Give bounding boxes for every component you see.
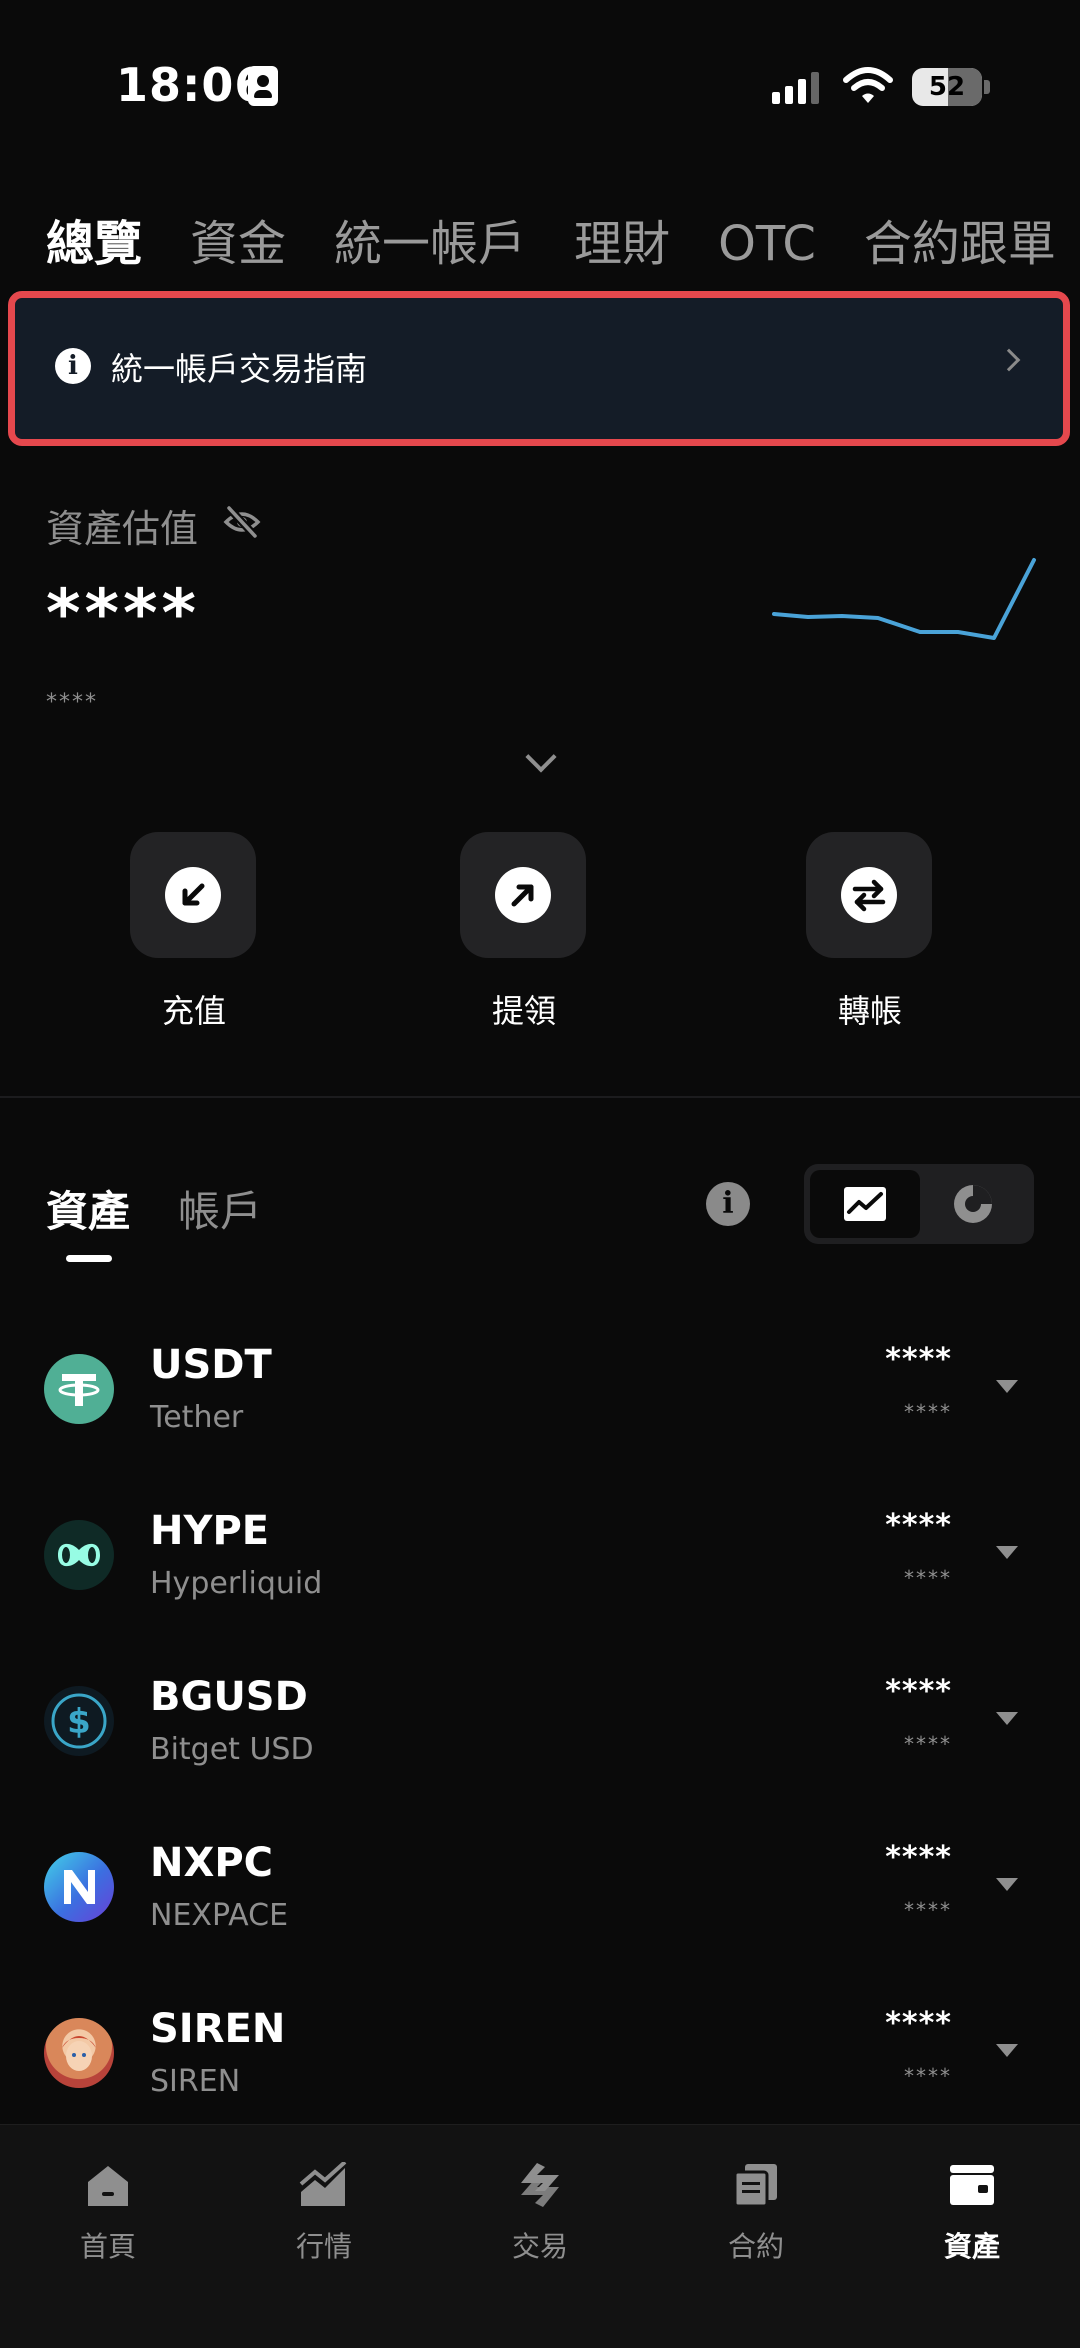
info-icon[interactable]: i <box>706 1182 750 1226</box>
battery-level: 52 <box>928 72 966 102</box>
contract-icon <box>733 2164 777 2208</box>
asset-symbol: SIREN <box>150 2006 286 2052</box>
nav-label: 合約 <box>727 2230 784 2263</box>
asset-value: **** <box>904 1566 952 1590</box>
svg-text:$: $ <box>67 1702 91 1742</box>
home-icon <box>88 2166 128 2206</box>
bgusd-icon: $ <box>44 1686 114 1756</box>
total-asset-fiat: **** <box>46 690 98 715</box>
asset-amount: **** <box>885 1674 952 1709</box>
transfer-button[interactable]: 轉帳 <box>806 832 934 1032</box>
nav-markets[interactable]: 行情 <box>254 2159 394 2265</box>
asset-amount: **** <box>885 1508 952 1543</box>
asset-valuation-label: 資產估值 <box>46 507 199 551</box>
tab-funds[interactable]: 資金 <box>190 208 286 280</box>
nav-assets[interactable]: 資產 <box>902 2159 1042 2265</box>
nav-trade[interactable]: 交易 <box>470 2159 610 2265</box>
battery-tip <box>984 80 990 94</box>
trend-view-button[interactable] <box>810 1170 920 1238</box>
banner-text: 統一帳戶交易指南 <box>111 350 368 388</box>
asset-trend-sparkline <box>772 558 1036 640</box>
asset-value: **** <box>904 1400 952 1424</box>
asset-name: SIREN <box>150 2064 241 2099</box>
caret-down-icon[interactable] <box>996 1546 1018 1559</box>
deposit-label: 充值 <box>161 992 226 1030</box>
usdt-icon <box>44 1354 114 1424</box>
asset-row-hype[interactable]: HYPE Hyperliquid **** **** <box>0 1486 1080 1636</box>
total-asset-amount: **** <box>46 575 201 652</box>
asset-value: **** <box>904 2064 952 2088</box>
asset-name: Bitget USD <box>150 1732 314 1767</box>
transfer-label: 轉帳 <box>837 992 902 1030</box>
transfer-arrows-icon <box>852 879 886 912</box>
tab-overview[interactable]: 總覽 <box>46 208 142 280</box>
asset-name: NEXPACE <box>150 1898 289 1933</box>
status-bar: 18:06 52 <box>0 0 1080 150</box>
caret-down-icon[interactable] <box>996 2044 1018 2057</box>
withdraw-label: 提領 <box>491 992 556 1030</box>
view-mode-toggle <box>804 1164 1034 1244</box>
tab-accounts[interactable]: 帳戶 <box>178 1178 262 1239</box>
deposit-arrow-icon <box>182 883 205 906</box>
asset-row-siren[interactable]: SIREN SIREN **** **** <box>0 1984 1080 2134</box>
nxpc-icon <box>44 1852 114 1922</box>
trade-icon <box>521 2163 559 2207</box>
hype-icon <box>44 1520 114 1590</box>
pie-view-button[interactable] <box>918 1170 1028 1238</box>
asset-amount: **** <box>885 1342 952 1377</box>
chart-icon <box>299 2162 347 2206</box>
wifi-icon <box>843 67 893 103</box>
withdraw-button[interactable]: 提領 <box>460 832 588 1032</box>
tab-earn[interactable]: 理財 <box>574 208 670 280</box>
cellular-signal-icon <box>772 70 819 104</box>
battery-icon: 52 <box>912 68 982 106</box>
eye-off-icon[interactable] <box>222 502 262 542</box>
wallet-icon <box>950 2165 994 2205</box>
info-icon: i <box>55 348 91 384</box>
asset-row-nxpc[interactable]: NXPC NEXPACE **** **** <box>0 1818 1080 1968</box>
nav-label: 交易 <box>511 2230 568 2263</box>
asset-row-bgusd[interactable]: $ BGUSD Bitget USD **** **** <box>0 1652 1080 1802</box>
nav-label: 首頁 <box>79 2230 136 2263</box>
asset-symbol: NXPC <box>150 1840 273 1886</box>
asset-row-usdt[interactable]: USDT Tether **** **** <box>0 1320 1080 1470</box>
nav-contracts[interactable]: 合約 <box>686 2159 826 2265</box>
status-time: 18:06 <box>116 58 268 112</box>
unified-account-guide-banner[interactable]: i 統一帳戶交易指南 <box>8 291 1070 446</box>
bottom-navigation: 首頁 行情 交易 合約 資產 <box>0 2124 1080 2348</box>
contact-card-icon <box>248 66 278 106</box>
tab-otc[interactable]: OTC <box>718 208 816 280</box>
asset-symbol: BGUSD <box>150 1674 308 1720</box>
asset-symbol: USDT <box>150 1342 272 1388</box>
asset-value: **** <box>904 1898 952 1922</box>
asset-value: **** <box>904 1732 952 1756</box>
nav-label: 資產 <box>943 2230 1000 2263</box>
asset-name: Hyperliquid <box>150 1566 323 1601</box>
trend-chart-icon <box>844 1187 886 1221</box>
tab-assets[interactable]: 資產 <box>46 1178 130 1239</box>
nav-label: 行情 <box>295 2230 352 2263</box>
asset-amount: **** <box>885 2006 952 2041</box>
tab-unified-account[interactable]: 統一帳戶 <box>334 208 526 280</box>
chevron-down-icon[interactable] <box>525 741 557 773</box>
active-tab-indicator <box>66 1255 112 1262</box>
top-tab-bar: 總覽 資金 統一帳戶 理財 OTC 合約跟單 <box>46 208 1080 280</box>
caret-down-icon[interactable] <box>996 1878 1018 1891</box>
pie-chart-icon <box>954 1185 992 1223</box>
asset-amount: **** <box>885 1840 952 1875</box>
chevron-right-icon <box>997 348 1021 372</box>
section-divider <box>0 1096 1080 1098</box>
withdraw-arrow-icon <box>511 884 534 907</box>
caret-down-icon[interactable] <box>996 1380 1018 1393</box>
caret-down-icon[interactable] <box>996 1712 1018 1725</box>
asset-name: Tether <box>150 1400 244 1435</box>
nav-home[interactable]: 首頁 <box>38 2159 178 2265</box>
deposit-button[interactable]: 充值 <box>130 832 258 1032</box>
asset-symbol: HYPE <box>150 1508 270 1554</box>
tab-copy-trading[interactable]: 合約跟單 <box>864 208 1056 280</box>
asset-tab-bar: 資產 帳戶 <box>46 1178 262 1239</box>
siren-avatar-icon <box>44 2018 114 2088</box>
